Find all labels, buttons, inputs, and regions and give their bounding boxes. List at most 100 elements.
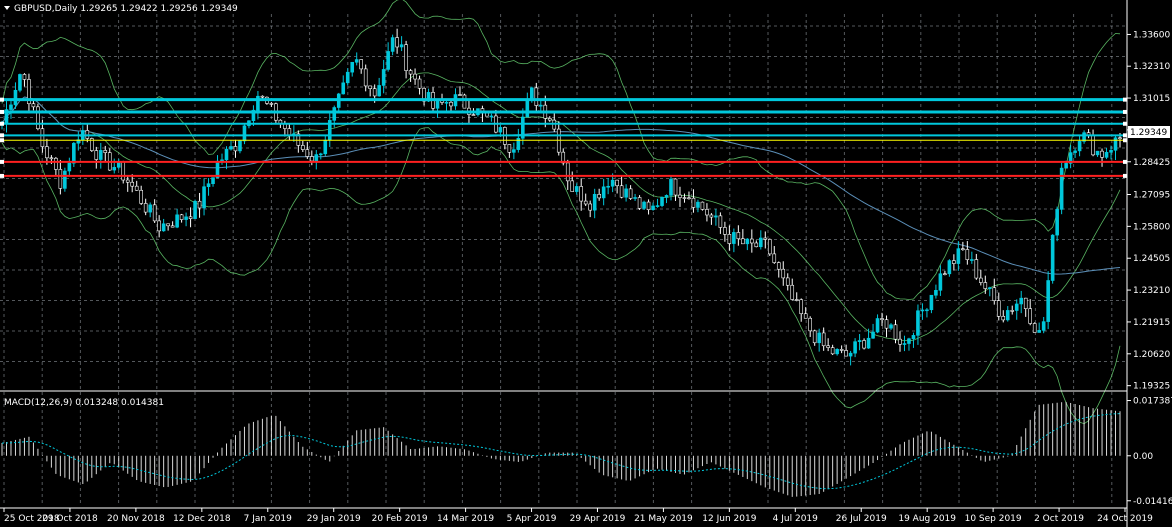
candle-body: [1091, 135, 1095, 156]
price-tick-label: 1.25800: [1133, 222, 1170, 232]
candle-body: [98, 150, 103, 160]
price-tick-label: 1.21915: [1133, 318, 1170, 328]
candle-body: [350, 61, 355, 73]
candle-body: [1046, 280, 1050, 322]
candle-body: [1113, 137, 1118, 151]
candle-body: [1041, 321, 1046, 331]
candle-body: [1073, 150, 1077, 153]
candle-body: [579, 186, 584, 202]
candle-body: [961, 248, 965, 250]
candle-body: [615, 179, 619, 187]
candle-body: [871, 331, 875, 339]
candle-body: [1095, 150, 1100, 156]
candle-body: [1059, 167, 1064, 210]
level-handle[interactable]: [1123, 109, 1127, 114]
candle-body: [242, 125, 247, 142]
level-handle[interactable]: [1123, 138, 1127, 143]
level-handle[interactable]: [1123, 97, 1127, 102]
level-handle[interactable]: [0, 121, 4, 126]
level-handle[interactable]: [0, 159, 4, 164]
candle-body: [1019, 297, 1024, 305]
candle-body: [592, 193, 597, 211]
level-handle[interactable]: [0, 109, 4, 114]
candle-body: [691, 197, 696, 208]
candle-body: [655, 205, 660, 207]
candle-body: [413, 73, 417, 80]
candle-body: [408, 70, 413, 75]
date-label: 14 Mar 2019: [437, 514, 494, 524]
candle-body: [781, 268, 786, 279]
level-handle[interactable]: [0, 97, 4, 102]
candle-body: [498, 127, 503, 133]
candle-body: [301, 145, 305, 150]
candle-body: [938, 273, 943, 291]
candle-body: [1100, 150, 1104, 158]
candle-body: [880, 318, 884, 321]
candle-body: [902, 343, 907, 345]
candle-body: [489, 115, 494, 118]
macd-title: MACD(12,26,9) 0.013248 0.014381: [4, 398, 164, 408]
candle-body: [22, 74, 27, 80]
candle-body: [359, 59, 363, 70]
date-label: 29 Jan 2019: [307, 514, 361, 524]
candle-body: [776, 262, 781, 270]
candle-body: [866, 337, 871, 349]
candle-body: [736, 232, 741, 240]
candle-body: [184, 216, 188, 220]
level-handle[interactable]: [0, 133, 4, 138]
level-handle[interactable]: [0, 173, 4, 178]
candle-body: [179, 214, 184, 220]
candle-body: [206, 183, 211, 188]
candle-body: [893, 324, 898, 340]
candle-body: [597, 193, 601, 199]
candle-body: [839, 349, 844, 351]
candle-body: [354, 59, 359, 63]
candle-body: [36, 106, 40, 130]
candle-body: [853, 341, 857, 354]
candle-body: [772, 253, 777, 263]
candle-body: [1109, 149, 1113, 153]
candle-body: [754, 242, 759, 248]
candle-body: [399, 44, 404, 48]
chart-window[interactable]: 1.336001.323101.310151.297201.284251.270…: [0, 0, 1172, 527]
current-price-label: 1.29349: [1130, 128, 1167, 138]
macd-tick-label: 0.00: [1133, 452, 1153, 462]
candle-body: [175, 214, 179, 228]
candle-body: [1104, 151, 1109, 158]
candle-body: [166, 223, 170, 227]
price-tick-label: 1.23210: [1133, 286, 1170, 296]
candle-body: [1032, 323, 1037, 333]
level-handle[interactable]: [1123, 121, 1127, 126]
candle-body: [875, 318, 880, 333]
candle-body: [368, 85, 372, 89]
candle-body: [58, 169, 63, 189]
candle-body: [700, 201, 705, 210]
candle-body: [72, 142, 76, 164]
level-handle[interactable]: [1123, 159, 1127, 164]
candle-body: [13, 89, 18, 106]
candle-body: [45, 146, 49, 159]
level-handle[interactable]: [0, 138, 4, 143]
candle-body: [785, 277, 790, 286]
candle-body: [920, 309, 925, 312]
candle-body: [588, 203, 592, 211]
date-label: 10 Sep 2019: [965, 514, 1022, 524]
candle-body: [844, 350, 848, 357]
candle-body: [444, 101, 449, 104]
candle-body: [763, 237, 768, 240]
candle-body: [947, 260, 952, 275]
date-label: 2 Oct 2019: [1034, 514, 1084, 524]
level-handle[interactable]: [1123, 133, 1127, 138]
level-handle[interactable]: [1123, 173, 1127, 178]
candle-body: [732, 232, 736, 244]
candle-body: [197, 200, 202, 209]
candle-body: [812, 330, 817, 344]
candle-body: [390, 37, 395, 52]
price-tick-label: 1.27095: [1133, 190, 1170, 200]
candle-body: [965, 249, 970, 260]
candle-body: [318, 153, 323, 156]
candle-body: [794, 299, 799, 301]
candle-body: [314, 154, 319, 162]
candle-body: [193, 200, 197, 219]
candle-body: [1077, 141, 1082, 152]
